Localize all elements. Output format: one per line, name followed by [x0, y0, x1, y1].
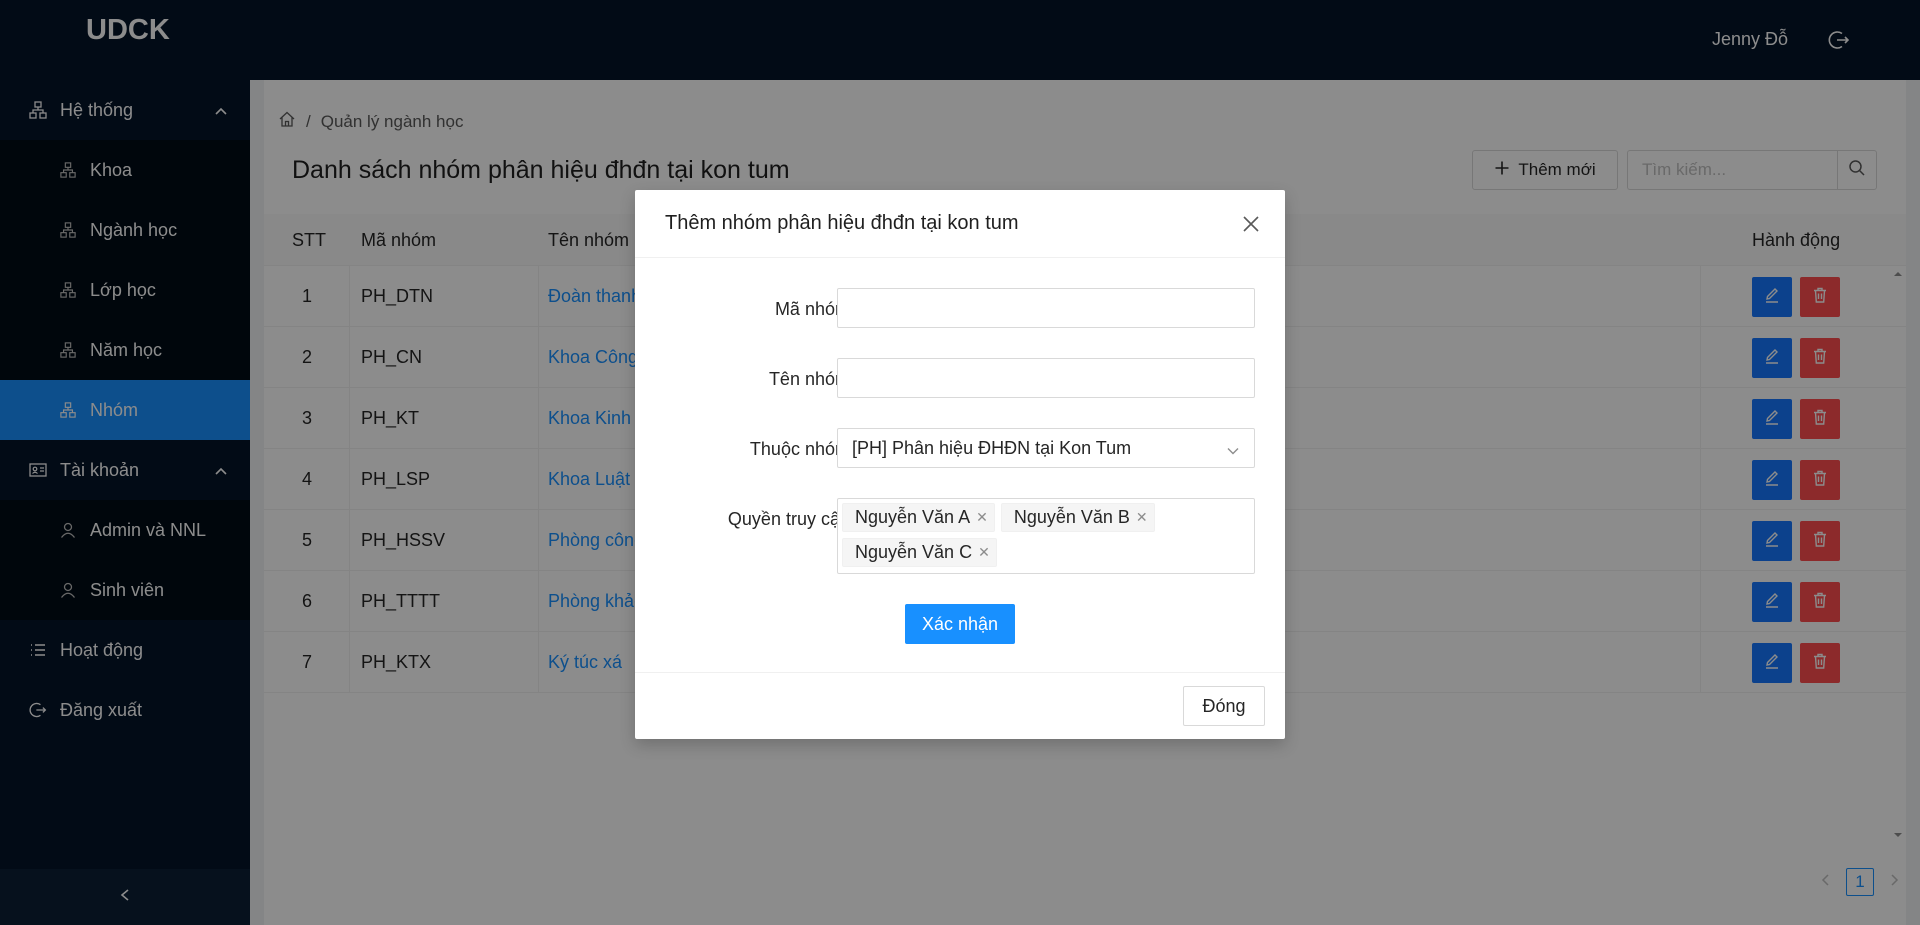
modal-footer: Đóng — [635, 672, 1285, 739]
code-input[interactable] — [837, 288, 1255, 328]
submit-button[interactable]: Xác nhận — [905, 604, 1015, 644]
add-group-modal: Thêm nhóm phân hiệu đhđn tại kon tum Mã … — [635, 190, 1285, 739]
chevron-down-icon — [1226, 442, 1240, 456]
tag-label: Nguyễn Văn C — [855, 542, 973, 562]
access-label: Quyền truy cập: — [727, 509, 855, 529]
close-icon[interactable] — [1241, 214, 1261, 234]
remove-tag-icon[interactable]: ✕ — [1136, 509, 1148, 526]
close-button[interactable]: Đóng — [1183, 686, 1265, 726]
access-multiselect[interactable]: Nguyễn Văn A ✕ Nguyễn Văn B ✕ Nguyễn Văn C… — [837, 498, 1255, 574]
modal-title: Thêm nhóm phân hiệu đhđn tại kon tum — [665, 212, 1019, 234]
parent-select-value: [PH] Phân hiệu ĐHĐN tại Kon Tum — [852, 437, 1132, 458]
access-tag: Nguyễn Văn A ✕ — [842, 503, 995, 532]
tag-label: Nguyễn Văn A — [855, 507, 971, 527]
remove-tag-icon[interactable]: ✕ — [976, 509, 988, 526]
remove-tag-icon[interactable]: ✕ — [978, 544, 990, 561]
parent-select[interactable]: [PH] Phân hiệu ĐHĐN tại Kon Tum — [837, 428, 1255, 468]
access-tag: Nguyễn Văn C ✕ — [842, 538, 997, 567]
name-input[interactable] — [837, 358, 1255, 398]
access-tag: Nguyễn Văn B ✕ — [1000, 503, 1155, 532]
tag-label: Nguyễn Văn B — [1013, 507, 1130, 527]
modal-header: Thêm nhóm phân hiệu đhđn tại kon tum — [635, 190, 1285, 258]
